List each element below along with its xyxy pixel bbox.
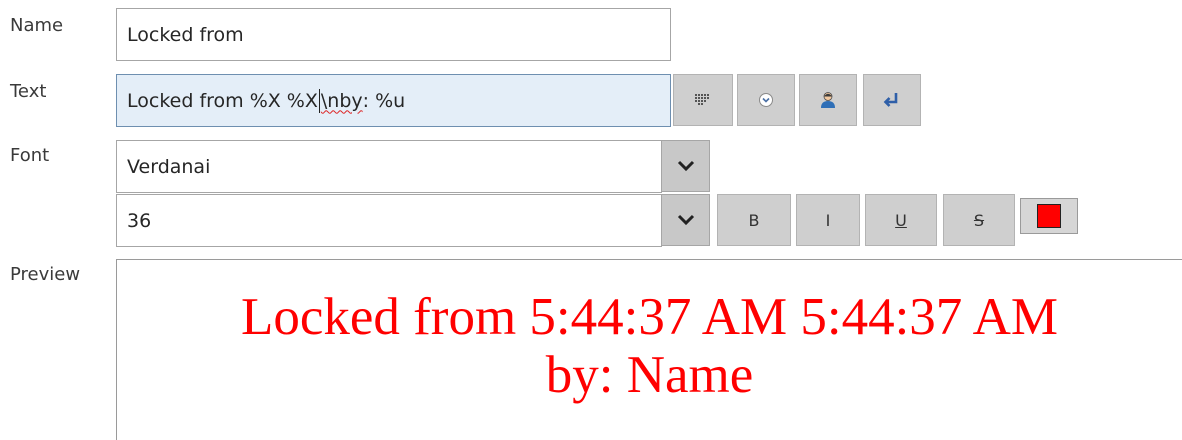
text-caret [318, 88, 320, 113]
chevron-down-icon [677, 214, 694, 226]
preview-label: Preview [10, 264, 81, 285]
preview-area: Locked from 5:44:37 AM 5:44:37 AM by: Na… [116, 259, 1182, 440]
italic-button[interactable]: I [796, 194, 860, 246]
italic-label: I [825, 210, 831, 230]
strikethrough-button[interactable]: S [943, 194, 1015, 246]
bold-label: B [748, 210, 760, 230]
font-family-select[interactable]: Verdanai [116, 140, 662, 193]
text-label: Text [10, 81, 47, 102]
user-icon [821, 92, 835, 108]
name-label: Name [10, 15, 64, 36]
insert-newline-button[interactable] [863, 74, 921, 126]
preview-line-1: Locked from 5:44:37 AM 5:44:37 AM [240, 288, 1059, 346]
text-settings-panel: Name Locked from Text Locked from %X %X \… [0, 0, 1182, 440]
grid-icon [695, 94, 709, 105]
text-input[interactable]: Locked from %X %X \nby: %u [116, 74, 671, 127]
insert-user-button[interactable] [799, 74, 857, 126]
newline-return-icon [883, 93, 898, 107]
text-input-value-after-caret: : %u [362, 89, 406, 112]
color-swatch [1037, 204, 1061, 228]
text-input-misspelled-word: \nby [320, 89, 363, 112]
dropdown-circle-icon [759, 93, 773, 107]
preview-line-2: by: Name [545, 346, 754, 404]
font-size-value: 36 [127, 209, 152, 232]
font-label: Font [10, 145, 50, 166]
name-input[interactable]: Locked from [116, 8, 671, 61]
text-color-button[interactable] [1020, 198, 1078, 234]
bold-button[interactable]: B [717, 194, 791, 246]
insert-time-button[interactable] [737, 74, 795, 126]
underline-label: U [895, 210, 907, 230]
text-input-value-before-caret: Locked from %X %X [127, 89, 318, 112]
font-size-dropdown-button[interactable] [661, 194, 710, 246]
name-input-value: Locked from [127, 23, 244, 46]
font-family-value: Verdanai [127, 155, 211, 178]
strikethrough-label: S [973, 210, 985, 230]
font-family-dropdown-button[interactable] [661, 140, 710, 192]
underline-button[interactable]: U [865, 194, 937, 246]
chevron-down-icon [677, 160, 694, 172]
insert-placeholder-button[interactable] [673, 74, 733, 126]
font-size-select[interactable]: 36 [116, 194, 662, 247]
